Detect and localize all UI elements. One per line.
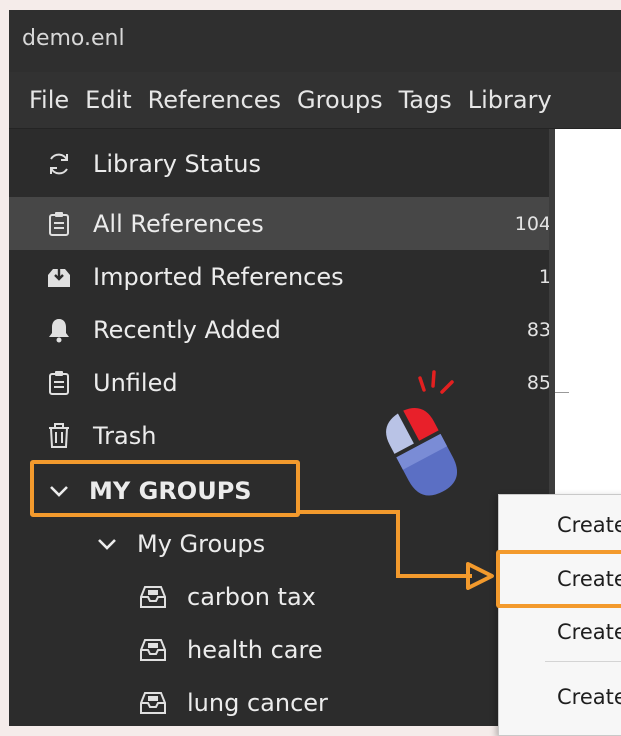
sidebar-item-imported-references[interactable]: Imported References 1: [9, 250, 585, 303]
sidebar-item-unfiled[interactable]: Unfiled 85: [9, 356, 585, 409]
menu-file[interactable]: File: [29, 86, 69, 114]
sidebar-item-label: Imported References: [93, 262, 344, 291]
trash-icon: [45, 422, 73, 450]
menu-references[interactable]: References: [148, 86, 281, 114]
group-set-label: My Groups: [137, 529, 266, 558]
arrow-segment: [296, 510, 398, 514]
arrow-head-icon: [466, 562, 494, 590]
library-status-label: Library Status: [93, 149, 262, 178]
sidebar-item-trash[interactable]: Trash: [9, 409, 585, 462]
group-tray-icon: [139, 689, 167, 717]
sidebar-item-label: Unfiled: [93, 368, 178, 397]
group-label: lung cancer: [187, 688, 328, 717]
sidebar-item-recently-added[interactable]: Recently Added 83: [9, 303, 585, 356]
group-label: health care: [187, 635, 323, 664]
divider: [555, 392, 569, 393]
sidebar-item-label: All References: [93, 209, 264, 238]
group-tray-icon: [139, 636, 167, 664]
mouse-click-icon: [386, 370, 458, 496]
sidebar-item-label: Trash: [93, 421, 157, 450]
arrow-segment: [396, 574, 472, 578]
group-tray-icon: [139, 583, 167, 611]
menu-groups[interactable]: Groups: [297, 86, 383, 114]
context-menu-item-create-group[interactable]: Create: [557, 513, 621, 537]
menu-library[interactable]: Library: [468, 86, 552, 114]
clipboard-icon: [45, 210, 73, 238]
sidebar-item-label: Recently Added: [93, 315, 281, 344]
context-menu-separator: [545, 661, 621, 662]
menu-tags[interactable]: Tags: [399, 86, 452, 114]
menu-edit[interactable]: Edit: [85, 86, 131, 114]
sidebar-item-all-references[interactable]: All References 104: [9, 197, 585, 250]
clipboard-icon: [45, 369, 73, 397]
my-groups-highlight: [30, 460, 300, 517]
context-menu-item-create-group-set[interactable]: Create: [557, 685, 621, 709]
reference-count: 104: [514, 212, 551, 235]
arrow-segment: [396, 510, 400, 578]
create-item-highlight: [496, 550, 621, 608]
context-menu: Create Create Create Create: [498, 494, 621, 736]
import-icon: [45, 263, 73, 291]
bell-icon: [45, 316, 73, 344]
menubar: File Edit References Groups Tags Library: [9, 72, 621, 129]
reference-count: 83: [526, 318, 551, 341]
library-status-item[interactable]: Library Status: [9, 137, 585, 190]
group-label: carbon tax: [187, 582, 316, 611]
chevron-down-icon: [93, 530, 121, 558]
window-title: demo.enl: [9, 10, 621, 72]
context-menu-item-create-from-groups[interactable]: Create: [557, 620, 621, 644]
sync-icon: [45, 150, 73, 178]
reference-count: 85: [526, 371, 551, 394]
